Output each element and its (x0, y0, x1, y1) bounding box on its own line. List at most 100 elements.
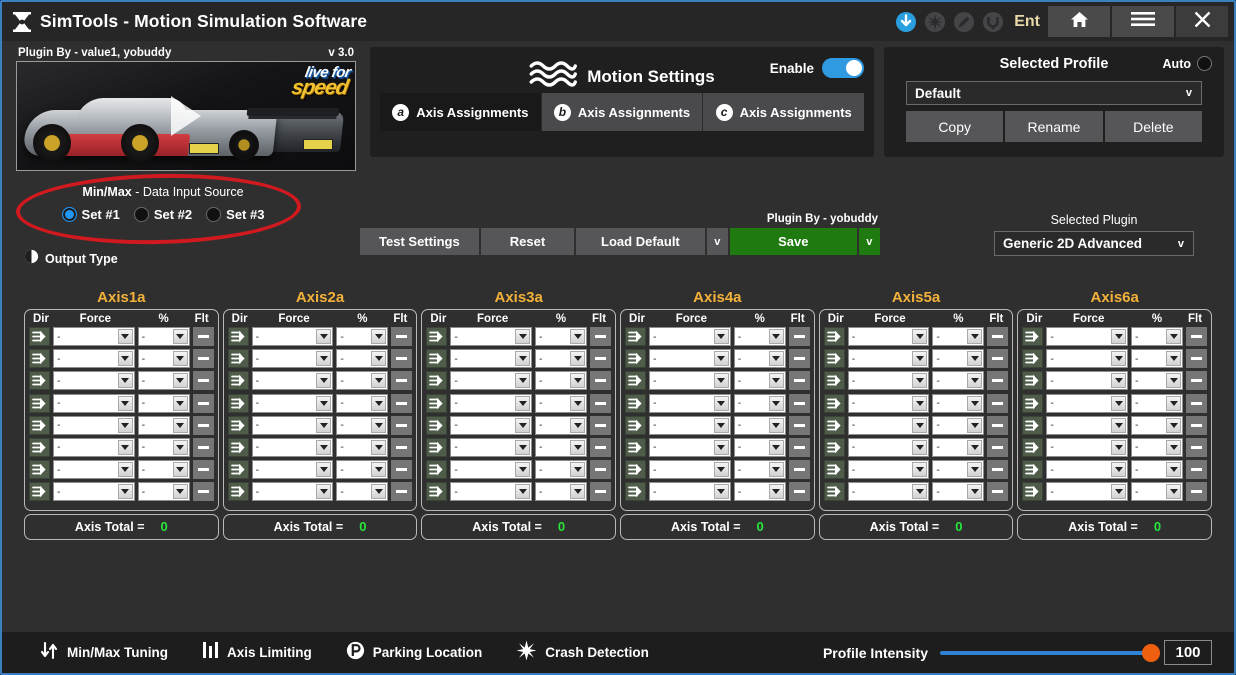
force-select[interactable]: - (251, 327, 334, 346)
force-select[interactable]: - (847, 437, 930, 457)
percent-select[interactable]: - (336, 415, 389, 435)
axis-limiting-button[interactable]: Axis Limiting (202, 641, 312, 664)
filter-button[interactable] (788, 437, 810, 457)
direction-toggle-button[interactable] (625, 371, 647, 391)
radio-set-1[interactable]: Set #1 (61, 207, 120, 222)
percent-select[interactable]: - (137, 371, 190, 391)
direction-toggle-button[interactable] (29, 482, 50, 502)
direction-toggle-button[interactable] (1022, 482, 1044, 502)
direction-toggle-button[interactable] (1022, 415, 1044, 435)
percent-select[interactable]: - (932, 371, 985, 391)
force-select[interactable]: - (251, 482, 334, 502)
percent-select[interactable]: - (535, 393, 588, 413)
percent-select[interactable]: - (535, 371, 588, 391)
force-select[interactable]: - (847, 393, 930, 413)
filter-button[interactable] (788, 393, 810, 413)
close-button[interactable] (1176, 6, 1228, 37)
filter-button[interactable] (391, 393, 413, 413)
filter-button[interactable] (987, 482, 1009, 502)
percent-select[interactable]: - (137, 482, 190, 502)
filter-button[interactable] (192, 415, 214, 435)
filter-button[interactable] (987, 371, 1009, 391)
filter-button[interactable] (391, 371, 413, 391)
radio-set-2[interactable]: Set #2 (133, 207, 192, 222)
filter-button[interactable] (1186, 482, 1208, 502)
starburst-icon[interactable] (924, 11, 946, 33)
filter-button[interactable] (1186, 327, 1208, 346)
percent-select[interactable]: - (336, 327, 389, 346)
filter-button[interactable] (192, 371, 214, 391)
filter-button[interactable] (192, 482, 214, 502)
filter-button[interactable] (788, 327, 810, 346)
profile-select[interactable]: Default v (906, 81, 1202, 105)
filter-button[interactable] (1186, 371, 1208, 391)
percent-select[interactable]: - (535, 482, 588, 502)
parking-location-button[interactable]: Parking Location (346, 641, 482, 665)
force-select[interactable]: - (1046, 327, 1129, 346)
force-select[interactable]: - (251, 415, 334, 435)
filter-button[interactable] (788, 415, 810, 435)
rename-profile-button[interactable]: Rename (1005, 111, 1103, 142)
force-select[interactable]: - (251, 371, 334, 391)
force-select[interactable]: - (649, 327, 731, 346)
percent-select[interactable]: - (733, 460, 786, 480)
filter-button[interactable] (590, 349, 612, 369)
percent-select[interactable]: - (137, 460, 190, 480)
filter-button[interactable] (590, 482, 612, 502)
direction-toggle-button[interactable] (1022, 393, 1044, 413)
direction-toggle-button[interactable] (426, 393, 448, 413)
filter-button[interactable] (391, 437, 413, 457)
filter-button[interactable] (391, 415, 413, 435)
home-button[interactable] (1048, 6, 1110, 37)
save-button[interactable]: Save (730, 228, 857, 255)
percent-select[interactable]: - (137, 415, 190, 435)
plugin-preview-image[interactable]: live for speed (16, 61, 356, 171)
direction-toggle-button[interactable] (625, 482, 647, 502)
percent-select[interactable]: - (932, 460, 985, 480)
filter-button[interactable] (788, 349, 810, 369)
percent-select[interactable]: - (535, 415, 588, 435)
filter-button[interactable] (192, 327, 214, 346)
direction-toggle-button[interactable] (426, 371, 448, 391)
force-select[interactable]: - (649, 437, 731, 457)
direction-toggle-button[interactable] (823, 327, 845, 346)
filter-button[interactable] (1186, 415, 1208, 435)
force-select[interactable]: - (1046, 349, 1129, 369)
force-select[interactable]: - (847, 371, 930, 391)
direction-toggle-button[interactable] (29, 415, 50, 435)
direction-toggle-button[interactable] (1022, 460, 1044, 480)
percent-select[interactable]: - (1131, 327, 1184, 346)
filter-button[interactable] (192, 393, 214, 413)
percent-select[interactable]: - (336, 460, 389, 480)
force-select[interactable]: - (53, 415, 135, 435)
filter-button[interactable] (788, 460, 810, 480)
force-select[interactable]: - (53, 327, 135, 346)
direction-toggle-button[interactable] (29, 437, 50, 457)
percent-select[interactable]: - (1131, 393, 1184, 413)
filter-button[interactable] (590, 327, 612, 346)
filter-button[interactable] (788, 371, 810, 391)
force-select[interactable]: - (649, 393, 731, 413)
force-select[interactable]: - (450, 349, 533, 369)
percent-select[interactable]: - (1131, 482, 1184, 502)
percent-select[interactable]: - (535, 349, 588, 369)
download-icon[interactable] (895, 11, 917, 33)
direction-toggle-button[interactable] (823, 415, 845, 435)
filter-button[interactable] (590, 393, 612, 413)
filter-button[interactable] (590, 415, 612, 435)
force-select[interactable]: - (251, 460, 334, 480)
filter-button[interactable] (987, 393, 1009, 413)
direction-toggle-button[interactable] (29, 393, 50, 413)
percent-select[interactable]: - (336, 371, 389, 391)
direction-toggle-button[interactable] (625, 437, 647, 457)
filter-button[interactable] (590, 437, 612, 457)
percent-select[interactable]: - (535, 437, 588, 457)
percent-select[interactable]: - (137, 393, 190, 413)
percent-select[interactable]: - (1131, 349, 1184, 369)
pencil-icon[interactable] (953, 11, 975, 33)
filter-button[interactable] (590, 460, 612, 480)
force-select[interactable]: - (251, 393, 334, 413)
direction-toggle-button[interactable] (227, 437, 249, 457)
filter-button[interactable] (192, 437, 214, 457)
percent-select[interactable]: - (733, 437, 786, 457)
